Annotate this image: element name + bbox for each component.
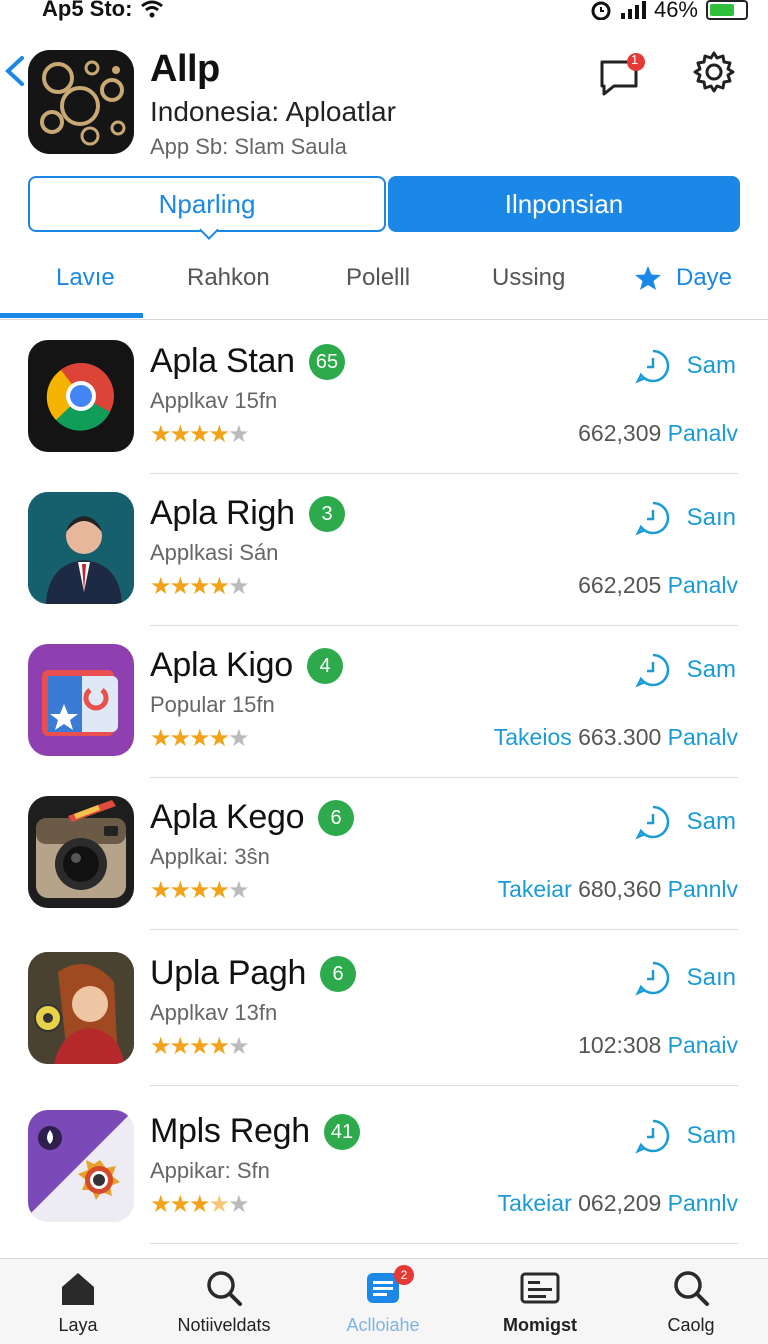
app-icon (28, 1110, 134, 1222)
download-count: 662,309 Panalv (578, 420, 738, 446)
download-clock-icon (634, 805, 669, 840)
tab-ussing[interactable]: Ussing (492, 264, 565, 292)
app-icon (28, 796, 134, 908)
download-button[interactable]: Sam (634, 348, 736, 384)
battery-percent: 46% (653, 0, 698, 22)
nav-notiiveldats[interactable]: Notiiveldats (149, 1269, 299, 1336)
download-clock-icon (634, 961, 669, 996)
tab-lavie[interactable]: Lavıe (56, 264, 115, 292)
app-category: Appikar: Sfn (150, 1158, 270, 1183)
app-category: Applkav 15fn (150, 388, 278, 413)
home-icon (62, 1273, 94, 1305)
rating-stars: ★★★★★ (150, 1191, 250, 1218)
rating-stars: ★★★★★ (150, 1033, 250, 1060)
download-button[interactable]: Saın (634, 500, 736, 536)
rank-badge: 6 (318, 800, 354, 836)
alarm-icon (591, 1, 611, 20)
app-icon (28, 492, 134, 604)
message-badge: 1 (631, 52, 639, 67)
app-name: Apla Righ (150, 494, 295, 532)
rank-badge: 41 (324, 1114, 360, 1150)
download-count: Takeiar 062,209 Pannlv (497, 1190, 738, 1216)
carrier-label: Ap5 Sto: (42, 0, 133, 21)
list-item[interactable]: Apla Righ 3 Applkasi Sán ★★★★★ Saın 662,… (0, 474, 768, 626)
battery-icon (706, 0, 748, 20)
nav-caolg[interactable]: Caolg (616, 1269, 766, 1336)
category-tabs: Lavıe Rahkon Polelll Ussing Daye (0, 250, 768, 320)
messages-button[interactable]: 1 (596, 52, 646, 98)
app-name: Mpls Regh (150, 1112, 310, 1150)
app-header: Allp Indonesia: Aploatlar App Sb: Slam S… (0, 40, 768, 165)
download-clock-icon (634, 349, 669, 384)
download-count: Takeios 663.300 Panalv (493, 724, 738, 750)
back-chevron-icon[interactable] (2, 54, 28, 88)
page-meta: App Sb: Slam Saula (150, 134, 347, 159)
rating-stars: ★★★★★ (150, 877, 250, 904)
app-name: Apla Kego (150, 798, 305, 836)
app-category: Applkasi Sán (150, 540, 279, 565)
wifi-icon (141, 0, 164, 18)
nav-aclloiahe[interactable]: 2 Aclloiahe (308, 1265, 458, 1336)
page-title: Allp (150, 48, 220, 90)
search-icon (674, 1271, 709, 1306)
page-subtitle: Indonesia: Aploatlar (150, 96, 396, 127)
download-button[interactable]: Sam (634, 652, 736, 688)
tab-daye[interactable]: Daye (634, 264, 732, 292)
download-clock-icon (634, 501, 669, 536)
status-bar: Ap5 Sto: 46% (0, 0, 768, 22)
tab-rahkon[interactable]: Rahkon (187, 264, 270, 292)
segment-right[interactable]: Ilnponsian (388, 176, 740, 232)
rank-badge: 4 (307, 648, 343, 684)
list-item[interactable]: Apla Stan 65 Applkav 15fn ★★★★★ Sam 662,… (0, 322, 768, 474)
segment-left[interactable]: Nparling (28, 176, 386, 232)
rating-stars: ★★★★★ (150, 725, 250, 752)
signal-icon (620, 1, 646, 19)
active-tab-indicator (0, 313, 143, 318)
rating-stars: ★★★★★ (150, 573, 250, 600)
app-icon (28, 340, 134, 452)
list-item[interactable]: Apla Kigo 4 Popular 15fn ★★★★★ Sam Takei… (0, 626, 768, 778)
download-button[interactable]: Saın (634, 960, 736, 996)
tab-polelll[interactable]: Polelll (346, 264, 410, 292)
chat-bubble-icon (600, 53, 645, 96)
app-name: Apla Kigo (150, 646, 293, 684)
download-clock-icon (634, 653, 669, 688)
download-count: Takeiar 680,360 Pannlv (497, 876, 738, 902)
download-count: 662,205 Panalv (578, 572, 738, 598)
list-item[interactable]: Upla Pagh 6 Applkav 13fn ★★★★★ Saın 102:… (0, 934, 768, 1086)
rank-badge: 65 (309, 344, 345, 380)
rating-stars: ★★★★★ (150, 421, 250, 448)
app-category: Applkai: 3ŝn (150, 844, 270, 869)
app-category: Popular 15fn (150, 692, 275, 717)
gear-icon[interactable] (692, 50, 736, 94)
nav-laya[interactable]: Laya (3, 1269, 153, 1336)
download-button[interactable]: Sam (634, 804, 736, 840)
nav-momigst[interactable]: Momigst (465, 1269, 615, 1336)
download-clock-icon (634, 1119, 669, 1154)
star-icon (635, 266, 661, 290)
download-count: 102:308 Panaiv (578, 1032, 738, 1058)
app-logo (28, 50, 134, 154)
app-icon (28, 644, 134, 756)
rank-badge: 6 (320, 956, 356, 992)
app-name: Upla Pagh (150, 954, 307, 992)
bottom-nav: Laya Notiiveldats 2 Aclloiahe Momigst Ca… (0, 1258, 768, 1344)
app-icon (28, 952, 134, 1064)
list-item[interactable]: Mpls Regh 41 Appikar: Sfn ★★★★★ Sam Take… (0, 1092, 768, 1244)
news-icon (520, 1272, 560, 1304)
download-button[interactable]: Sam (634, 1118, 736, 1154)
search-icon (207, 1271, 242, 1306)
updates-badge: 2 (394, 1265, 414, 1285)
app-name: Apla Stan (150, 342, 295, 380)
app-category: Applkav 13fn (150, 1000, 278, 1025)
list-item[interactable]: Apla Kego 6 Applkai: 3ŝn ★★★★★ Sam Takei… (0, 778, 768, 930)
rank-badge: 3 (309, 496, 345, 532)
